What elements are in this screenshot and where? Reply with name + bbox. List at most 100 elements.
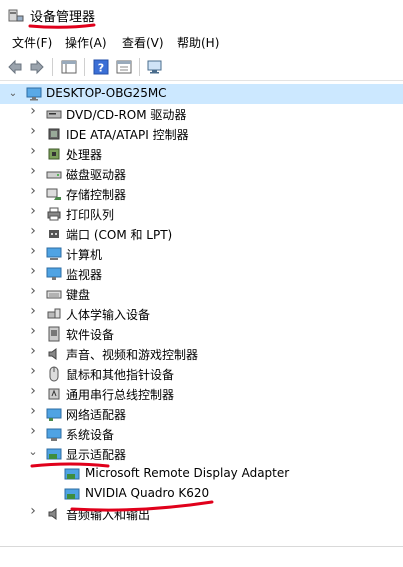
tree-root-computer[interactable]: ⌄ DESKTOP-OBG25MC xyxy=(0,84,403,104)
device-label: Microsoft Remote Display Adapter xyxy=(85,466,290,480)
category-label: 声音、视频和游戏控制器 xyxy=(66,348,199,362)
category-label: 通用串行总线控制器 xyxy=(66,388,175,402)
back-icon[interactable] xyxy=(6,58,24,76)
chevron-right-icon[interactable]: › xyxy=(28,184,38,198)
tree-category-audio[interactable]: › 声音、视频和游戏控制器 xyxy=(0,344,403,364)
device-manager-icon xyxy=(8,9,24,22)
chevron-right-icon[interactable]: › xyxy=(28,344,38,358)
category-label: 端口 (COM 和 LPT) xyxy=(66,228,173,242)
chevron-right-icon[interactable]: › xyxy=(28,424,38,438)
tree-category-network-adapter[interactable]: › 网络适配器 xyxy=(0,404,403,424)
tree-category-software-device[interactable]: › 软件设备 xyxy=(0,324,403,344)
title-underline-annotation xyxy=(28,23,96,29)
ide-controller-icon xyxy=(48,128,60,140)
disk-drive-icon xyxy=(46,171,62,179)
category-label: 磁盘驱动器 xyxy=(66,168,127,182)
mouse-icon xyxy=(49,366,59,382)
chevron-down-icon[interactable]: ⌄ xyxy=(8,89,18,99)
category-label: 鼠标和其他指针设备 xyxy=(66,368,175,382)
menu-bar: 文件(F) 操作(A) 查看(V) 帮助(H) xyxy=(0,32,403,52)
category-label: 监视器 xyxy=(66,268,103,282)
printer-icon xyxy=(47,207,61,221)
category-label: 人体学输入设备 xyxy=(66,308,151,322)
monitor-icon xyxy=(46,267,62,280)
chevron-right-icon[interactable]: › xyxy=(28,124,38,138)
audio-icon xyxy=(48,348,57,360)
tree-category-port[interactable]: › 端口 (COM 和 LPT) xyxy=(0,224,403,244)
tree-category-hid[interactable]: › 人体学输入设备 xyxy=(0,304,403,324)
category-label: DVD/CD-ROM 驱动器 xyxy=(66,108,187,122)
category-label: 系统设备 xyxy=(66,428,115,442)
chevron-right-icon[interactable]: › xyxy=(28,284,38,298)
category-label: 软件设备 xyxy=(66,328,115,342)
title-bar: 设备管理器 xyxy=(0,0,403,30)
root-computer-label: DESKTOP-OBG25MC xyxy=(46,86,167,100)
chevron-right-icon[interactable]: › xyxy=(28,104,38,118)
properties-icon[interactable] xyxy=(115,58,133,76)
port-icon xyxy=(49,230,59,238)
toolbar-separator xyxy=(139,58,140,76)
audio-io-icon xyxy=(48,508,57,520)
category-label: 打印队列 xyxy=(66,208,115,222)
chevron-down-icon[interactable]: ⌄ xyxy=(28,446,38,457)
chevron-right-icon[interactable]: › xyxy=(28,304,38,318)
forward-icon[interactable] xyxy=(28,58,46,76)
device-label: NVIDIA Quadro K620 xyxy=(85,486,210,500)
tree-category-mouse[interactable]: › 鼠标和其他指针设备 xyxy=(0,364,403,384)
device-tree: ⌄ DESKTOP-OBG25MC › DVD/CD-ROM 驱动器 › IDE AT… xyxy=(0,82,403,542)
usb-icon xyxy=(48,388,60,400)
chevron-right-icon[interactable]: › xyxy=(28,224,38,238)
display-adapter-underline-annotation xyxy=(30,462,110,468)
chevron-right-icon[interactable]: › xyxy=(28,404,38,418)
software-device-icon xyxy=(48,326,60,342)
storage-controller-icon xyxy=(46,188,61,200)
tree-category-storage-controller[interactable]: › 存储控制器 xyxy=(0,184,403,204)
chevron-right-icon[interactable]: › xyxy=(28,244,38,258)
toolbar-separator xyxy=(52,58,53,76)
menu-action[interactable]: 操作(A) xyxy=(65,34,107,51)
menu-file[interactable]: 文件(F) xyxy=(12,34,52,51)
status-bar xyxy=(0,546,403,567)
category-label: 存储控制器 xyxy=(66,188,127,202)
system-device-icon xyxy=(46,428,62,441)
tree-category-monitor[interactable]: › 监视器 xyxy=(0,264,403,284)
category-label: IDE ATA/ATAPI 控制器 xyxy=(66,128,189,142)
tree-category-dvd-drive[interactable]: › DVD/CD-ROM 驱动器 xyxy=(0,104,403,124)
chevron-right-icon[interactable]: › xyxy=(28,144,38,158)
show-hide-console-tree-icon[interactable] xyxy=(60,58,78,76)
tree-category-computer[interactable]: › 计算机 xyxy=(0,244,403,264)
chevron-right-icon[interactable]: › xyxy=(28,164,38,178)
chevron-right-icon[interactable]: › xyxy=(28,324,38,338)
toolbar-separator xyxy=(84,58,85,76)
network-adapter-icon xyxy=(46,408,62,421)
category-label: 网络适配器 xyxy=(66,408,127,422)
menu-view[interactable]: 查看(V) xyxy=(122,34,164,51)
tree-category-processor[interactable]: › 处理器 xyxy=(0,144,403,164)
scan-hardware-icon[interactable] xyxy=(146,58,164,76)
menu-help[interactable]: 帮助(H) xyxy=(177,34,219,51)
tree-category-system-device[interactable]: › 系统设备 xyxy=(0,424,403,444)
tree-category-printer[interactable]: › 打印队列 xyxy=(0,204,403,224)
keyboard-icon xyxy=(46,290,62,299)
svg-text:?: ? xyxy=(98,62,104,75)
tree-category-usb[interactable]: › 通用串行总线控制器 xyxy=(0,384,403,404)
tree-category-keyboard[interactable]: › 键盘 xyxy=(0,284,403,304)
tree-category-ide-controller[interactable]: › IDE ATA/ATAPI 控制器 xyxy=(0,124,403,144)
computer-icon xyxy=(46,247,62,260)
category-label: 处理器 xyxy=(66,148,103,162)
chevron-right-icon[interactable]: › xyxy=(28,204,38,218)
chevron-right-icon[interactable]: › xyxy=(28,384,38,398)
category-label: 键盘 xyxy=(66,288,91,302)
hid-icon xyxy=(47,308,61,319)
toolbar: ? xyxy=(0,54,403,81)
computer-icon xyxy=(26,87,42,101)
chevron-right-icon[interactable]: › xyxy=(28,364,38,378)
tree-category-disk-drive[interactable]: › 磁盘驱动器 xyxy=(0,164,403,184)
dvd-drive-icon xyxy=(46,110,62,119)
nvidia-underline-annotation xyxy=(70,500,214,512)
processor-icon xyxy=(48,148,60,160)
chevron-right-icon[interactable]: › xyxy=(28,264,38,278)
chevron-right-icon[interactable]: › xyxy=(28,504,38,518)
help-icon[interactable]: ? xyxy=(92,58,110,76)
category-label: 计算机 xyxy=(66,248,103,262)
